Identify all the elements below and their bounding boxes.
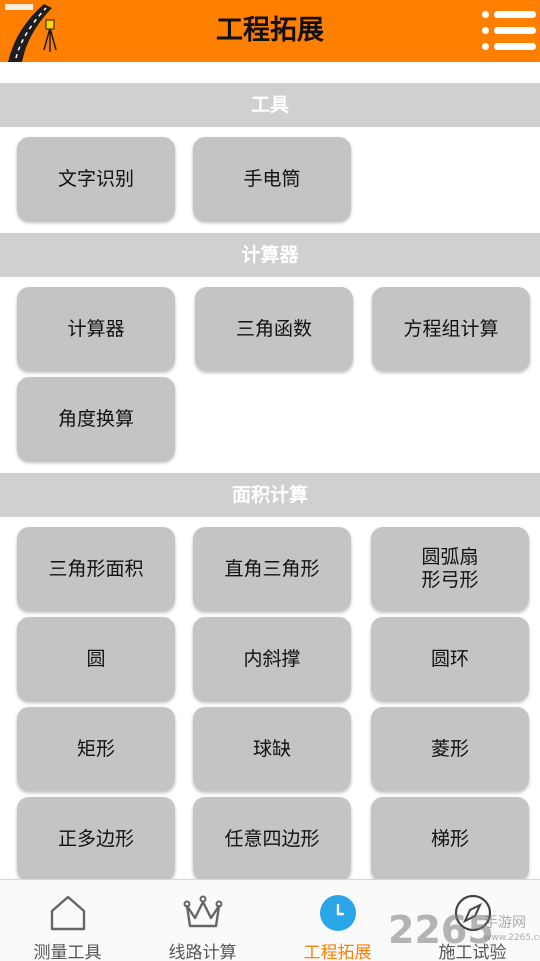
tile-rhombus[interactable]: 菱形 <box>371 707 529 791</box>
tile-flashlight[interactable]: 手电筒 <box>193 137 351 221</box>
tile-trapezoid[interactable]: 梯形 <box>371 797 529 881</box>
tile-arc-sector[interactable]: 圆弧扇 形弓形 <box>371 527 529 611</box>
tab-route-calc[interactable]: 线路计算 <box>135 880 270 961</box>
section-header-calculator: 计算器 <box>0 233 540 277</box>
section-header-area: 面积计算 <box>0 473 540 517</box>
crown-icon <box>183 895 223 928</box>
tab-label: 线路计算 <box>168 943 237 961</box>
tile-circle[interactable]: 圆 <box>17 617 175 701</box>
section-header-tools: 工具 <box>0 83 540 127</box>
tile-regular-polygon[interactable]: 正多边形 <box>17 797 175 881</box>
tile-right-triangle[interactable]: 直角三角形 <box>193 527 351 611</box>
tile-rectangle[interactable]: 矩形 <box>17 707 175 791</box>
tab-label: 工程拓展 <box>303 943 372 961</box>
tab-engineering-ext[interactable]: 工程拓展 <box>270 880 405 961</box>
tile-trig-functions[interactable]: 三角函数 <box>195 287 353 371</box>
tab-label: 测量工具 <box>33 943 102 961</box>
app-header: 工程拓展 <box>0 0 540 62</box>
menu-button[interactable] <box>482 7 536 55</box>
watermark-url: www.2265.com <box>484 933 540 943</box>
tile-calculator[interactable]: 计算器 <box>17 287 175 371</box>
watermark-text: 手游网 <box>484 915 526 931</box>
tile-quadrilateral[interactable]: 任意四边形 <box>193 797 351 881</box>
watermark: 2265 手游网 www.2265.com <box>388 906 540 958</box>
home-icon <box>50 895 86 931</box>
tile-text-recognition[interactable]: 文字识别 <box>17 137 175 221</box>
tile-annulus[interactable]: 圆环 <box>371 617 529 701</box>
tile-spherical-cap[interactable]: 球缺 <box>193 707 351 791</box>
watermark-number: 2265 <box>388 908 494 952</box>
tab-measure-tools[interactable]: 测量工具 <box>0 880 135 961</box>
tile-equation-system[interactable]: 方程组计算 <box>372 287 530 371</box>
tile-angle-conversion[interactable]: 角度换算 <box>17 377 175 461</box>
tile-inner-brace[interactable]: 内斜撑 <box>193 617 351 701</box>
tile-triangle-area[interactable]: 三角形面积 <box>17 527 175 611</box>
clock-icon <box>320 895 356 931</box>
page-title: 工程拓展 <box>216 15 324 46</box>
